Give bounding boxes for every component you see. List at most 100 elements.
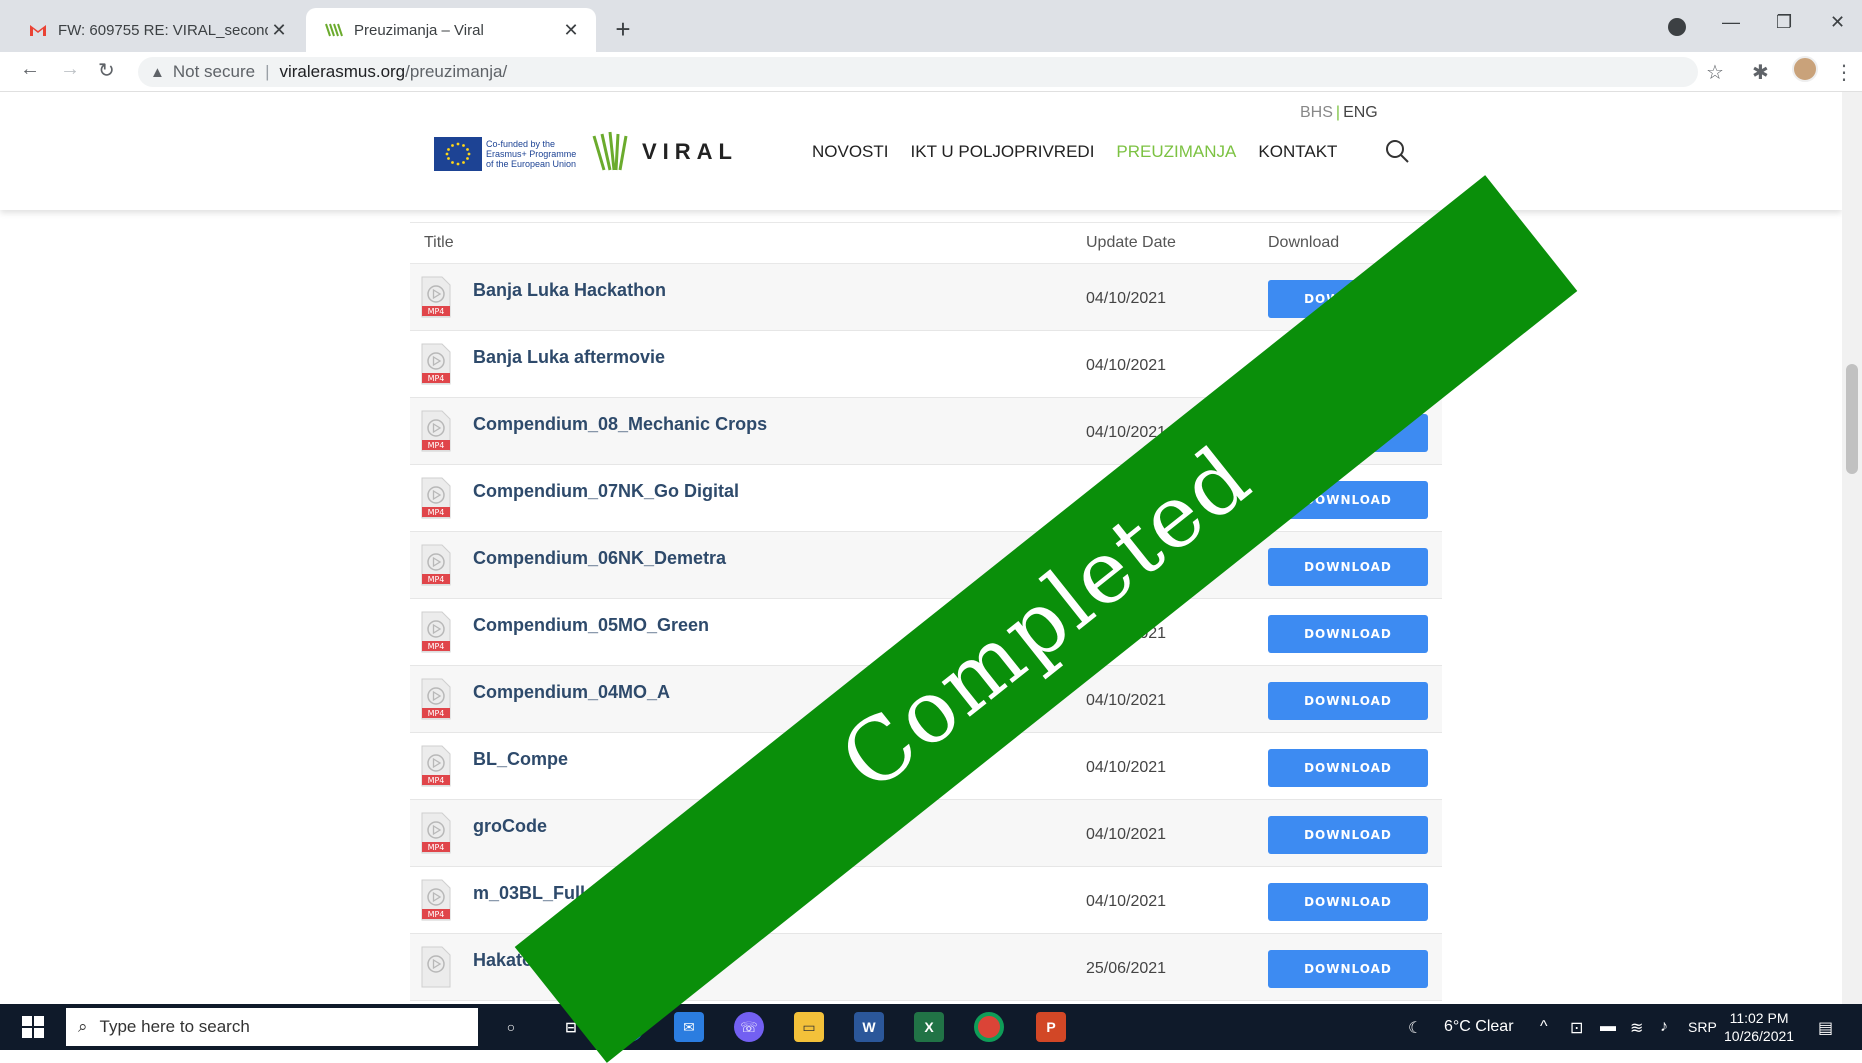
tab-close-icon[interactable]: ✕ (268, 20, 290, 41)
avatar[interactable] (1792, 56, 1818, 82)
row-title-link[interactable]: Compendium_07NK_Go Digital (473, 481, 739, 502)
table-row: MP4Compendium_06NK_Demetra04/10/2021DOWN… (410, 532, 1442, 599)
lang-bhs-link[interactable]: BHS (1300, 104, 1333, 121)
download-button[interactable]: DOWNLOAD (1268, 682, 1428, 720)
video-file-icon: MP4 (421, 410, 451, 452)
row-title-link[interactable]: Compendium_04MO_A (473, 682, 670, 703)
scrollbar-thumb[interactable] (1846, 364, 1858, 474)
site-header: BHS | ENG Co-funded by the Erasmus+ Progra… (0, 92, 1842, 210)
taskbar-search-input[interactable]: ⌕ Type here to search (66, 1008, 478, 1046)
nav-novosti[interactable]: NOVOSTI (812, 142, 889, 162)
video-file-icon: MP4 (421, 879, 451, 921)
row-date: 04/10/2021 (1086, 826, 1167, 843)
row-date: 04/10/2021 (1086, 357, 1167, 374)
row-title-link[interactable]: Compendium_05MO_Green (473, 615, 709, 636)
powerpoint-icon[interactable]: P (1036, 1012, 1066, 1042)
browser-menu-icon[interactable]: ⋮ (1834, 60, 1854, 85)
video-file-icon: MP4 (421, 477, 451, 519)
nav-kontakt[interactable]: KONTAKT (1258, 142, 1337, 162)
lang-eng-link[interactable]: ENG (1343, 104, 1378, 121)
wifi-icon[interactable]: ≋ (1630, 1018, 1643, 1038)
table-row: MP4 groCode 04/10/2021 DOWNLOAD (410, 800, 1442, 867)
nav-preuzimanja[interactable]: PREUZIMANJA (1116, 142, 1236, 162)
taskbar-search-placeholder: Type here to search (99, 1017, 250, 1036)
windows-taskbar: ⌕ Type here to search ○ ⊟ e ✉ ☏ ▭ W X P … (0, 1004, 1862, 1050)
url-separator: | (265, 62, 270, 81)
download-button[interactable]: DOWNLOAD (1268, 615, 1428, 653)
download-button[interactable]: DOWNLOAD (1268, 548, 1428, 586)
video-file-icon: MP4 (421, 343, 451, 385)
network-icon[interactable]: ⊡ (1570, 1018, 1583, 1038)
nav-ikt[interactable]: IKT U POLJOPRIVREDI (911, 142, 1095, 162)
row-date: 04/10/2021 (1086, 290, 1167, 307)
moon-weather-icon: ☾ (1408, 1020, 1423, 1037)
video-file-icon: MP4 (421, 678, 451, 720)
row-date: 04/10/2021 (1086, 893, 1167, 910)
word-icon[interactable]: W (854, 1012, 884, 1042)
row-title-link[interactable]: Compendium_08_Mechanic Crops (473, 414, 767, 435)
viral-logo[interactable]: VIRAL (590, 130, 738, 174)
download-button[interactable]: DOWNLOAD (1268, 883, 1428, 921)
language-switcher: BHS | ENG (1300, 104, 1378, 122)
table-header: Title Update Date Download (410, 222, 1442, 264)
profile-menu-icon[interactable] (1668, 18, 1686, 36)
viral-favicon-icon (325, 23, 343, 37)
row-date: 04/10/2021 (1086, 692, 1167, 709)
notifications-icon[interactable]: ▤ (1818, 1018, 1833, 1038)
eu-funding-text: Co-funded by the Erasmus+ Programme of t… (486, 139, 577, 169)
url-input[interactable]: ▲ Not secure | viralerasmus.org /preuzim… (138, 57, 1698, 87)
column-title-header: Title (424, 234, 454, 251)
table-row: MP4Banja Luka Hackathon04/10/2021DOWNLOA… (410, 264, 1442, 331)
chrome-icon[interactable] (974, 1012, 1004, 1042)
download-button[interactable]: DOWNLOAD (1268, 950, 1428, 988)
file-explorer-icon[interactable]: ▭ (794, 1012, 824, 1042)
url-path: /preuzimanja/ (405, 62, 508, 81)
row-date: 04/10/2021 (1086, 759, 1167, 776)
page-scrollbar[interactable] (1842, 92, 1862, 1004)
download-button[interactable]: DOWNLOAD (1268, 816, 1428, 854)
search-icon: ⌕ (78, 1017, 88, 1036)
tray-chevron-icon[interactable]: ^ (1540, 1018, 1548, 1036)
tab-gmail[interactable]: FW: 609755 RE: VIRAL_second pr ✕ (10, 8, 304, 52)
row-title-link[interactable]: Banja Luka aftermovie (473, 347, 665, 368)
eu-flag-icon (434, 137, 482, 171)
row-title-link[interactable]: groCode (473, 816, 547, 837)
volume-icon[interactable]: ♪ (1660, 1018, 1668, 1036)
close-window-icon[interactable]: ✕ (1830, 12, 1845, 33)
main-nav: NOVOSTI IKT U POLJOPRIVREDI PREUZIMANJA … (812, 142, 1337, 162)
mail-icon[interactable]: ✉ (674, 1012, 704, 1042)
viber-icon[interactable]: ☏ (734, 1012, 764, 1042)
row-title-link[interactable]: Banja Luka Hackathon (473, 280, 666, 301)
row-title-link[interactable]: BL_Compe (473, 749, 568, 770)
minimize-icon[interactable]: — (1722, 12, 1740, 33)
search-icon[interactable] (1384, 138, 1410, 164)
back-icon[interactable]: ← (20, 58, 40, 81)
mp4-badge: MP4 (428, 307, 445, 316)
not-secure-label: Not secure (172, 62, 256, 81)
extensions-icon[interactable]: ✱ (1752, 60, 1769, 85)
row-title-link[interactable]: Compendium_06NK_Demetra (473, 548, 726, 569)
weather-text[interactable]: 6°C Clear (1444, 1018, 1514, 1036)
url-host: viralerasmus.org (279, 62, 406, 81)
battery-icon[interactable]: ▬ (1600, 1018, 1616, 1036)
tab-title: Preuzimanja – Viral (354, 21, 484, 39)
mp4-badge: MP4 (428, 508, 445, 517)
mp4-badge: MP4 (428, 642, 445, 651)
video-file-icon: MP4 (421, 611, 451, 653)
taskbar-clock[interactable]: 11:02 PM 10/26/2021 (1724, 1009, 1794, 1045)
excel-icon[interactable]: X (914, 1012, 944, 1042)
bookmark-star-icon[interactable]: ☆ (1706, 60, 1724, 85)
input-language-label[interactable]: SRP (1688, 1019, 1717, 1035)
restore-icon[interactable]: ❐ (1776, 12, 1792, 33)
forward-icon[interactable]: → (60, 58, 80, 81)
new-tab-button[interactable]: + (608, 14, 638, 45)
tab-viral[interactable]: Preuzimanja – Viral ✕ (306, 8, 596, 52)
cortana-icon[interactable]: ○ (496, 1012, 526, 1042)
web-page: BHS | ENG Co-funded by the Erasmus+ Progra… (0, 92, 1842, 1004)
reload-icon[interactable]: ↻ (98, 58, 115, 83)
windows-start-icon[interactable] (22, 1016, 44, 1038)
video-file-icon: MP4 (421, 812, 451, 854)
download-button[interactable]: DOWNLOAD (1268, 749, 1428, 787)
tab-close-icon[interactable]: ✕ (560, 20, 582, 41)
clock-time: 11:02 PM (1729, 1010, 1789, 1026)
